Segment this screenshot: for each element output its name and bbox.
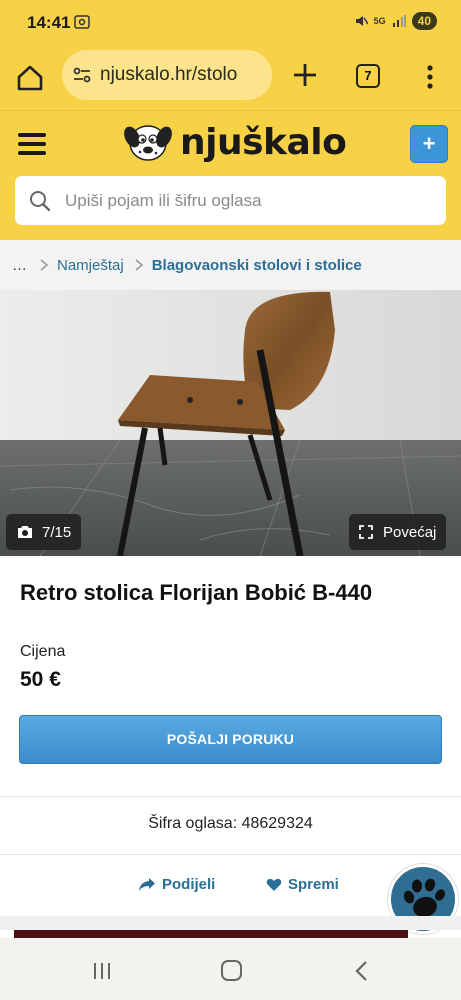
zoom-label: Povećaj bbox=[383, 523, 437, 541]
url-text: njuskalo.hr/stolo bbox=[100, 64, 238, 85]
status-time: 14:41 bbox=[27, 13, 71, 32]
browser-toolbar: njuskalo.hr/stolo 7 bbox=[0, 46, 461, 110]
new-tab-icon[interactable] bbox=[290, 60, 320, 90]
mute-icon bbox=[355, 16, 368, 26]
tab-switcher-button[interactable]: 7 bbox=[356, 64, 380, 88]
chevron-right-icon bbox=[40, 259, 49, 271]
ad-code: Šifra oglasa: 48629324 bbox=[148, 815, 313, 832]
site-header: njuškalo + bbox=[0, 110, 461, 240]
share-button[interactable]: Podijeli bbox=[138, 876, 215, 893]
network-type: 5G bbox=[373, 16, 386, 26]
site-logo[interactable]: njuškalo bbox=[120, 119, 347, 165]
search-box[interactable] bbox=[15, 176, 446, 225]
status-icons: 5G 40 bbox=[354, 12, 437, 30]
hamburger-menu-icon[interactable] bbox=[18, 133, 46, 157]
divider bbox=[0, 854, 461, 855]
chevron-right-icon bbox=[135, 259, 143, 271]
logo-text: njuškalo bbox=[180, 121, 347, 163]
home-icon[interactable] bbox=[14, 62, 46, 94]
search-input[interactable] bbox=[65, 190, 425, 211]
send-message-button[interactable]: POŠALJI PORUKU bbox=[19, 715, 442, 764]
fullscreen-icon bbox=[359, 525, 373, 539]
save-label: Spremi bbox=[288, 876, 339, 893]
back-icon[interactable] bbox=[352, 960, 372, 982]
zoom-button[interactable]: Povećaj bbox=[349, 514, 447, 550]
breadcrumb-item-namjestaj[interactable]: Namještaj bbox=[57, 257, 124, 274]
recent-apps-icon[interactable] bbox=[92, 962, 112, 980]
add-ad-button[interactable]: + bbox=[410, 125, 448, 163]
site-settings-icon[interactable] bbox=[72, 65, 92, 85]
photo-counter-text: 7/15 bbox=[42, 523, 72, 541]
signal-icon bbox=[392, 15, 406, 27]
ad-banner[interactable] bbox=[14, 930, 408, 938]
address-bar[interactable]: njuskalo.hr/stolo bbox=[62, 50, 272, 100]
camera-icon bbox=[18, 526, 32, 538]
section-gap bbox=[0, 916, 461, 930]
battery-indicator: 40 bbox=[411, 12, 437, 30]
system-nav-bar bbox=[0, 938, 461, 1000]
share-label: Podijeli bbox=[162, 876, 216, 893]
breadcrumb-item-current[interactable]: Blagovaonski stolovi i stolice bbox=[152, 257, 362, 274]
price-label: Cijena bbox=[20, 643, 66, 660]
screenshot-icon bbox=[74, 15, 90, 29]
price-value: 50 € bbox=[20, 668, 61, 691]
dog-logo-icon bbox=[124, 125, 172, 161]
status-bar: 14:41 5G 40 bbox=[0, 0, 461, 46]
share-icon bbox=[139, 878, 155, 891]
more-menu-icon[interactable] bbox=[420, 62, 440, 92]
divider bbox=[0, 796, 461, 797]
photo-counter[interactable]: 7/15 bbox=[6, 514, 82, 550]
breadcrumb-ellipsis[interactable]: … bbox=[12, 257, 27, 274]
breadcrumb: … Namještaj Blagovaonski stolovi i stoli… bbox=[0, 240, 461, 290]
search-icon bbox=[30, 190, 51, 211]
home-nav-icon[interactable] bbox=[221, 960, 242, 981]
ad-title: Retro stolica Florijan Bobić B-440 bbox=[20, 580, 373, 605]
heart-icon bbox=[266, 878, 282, 891]
save-button[interactable]: Spremi bbox=[266, 876, 339, 893]
